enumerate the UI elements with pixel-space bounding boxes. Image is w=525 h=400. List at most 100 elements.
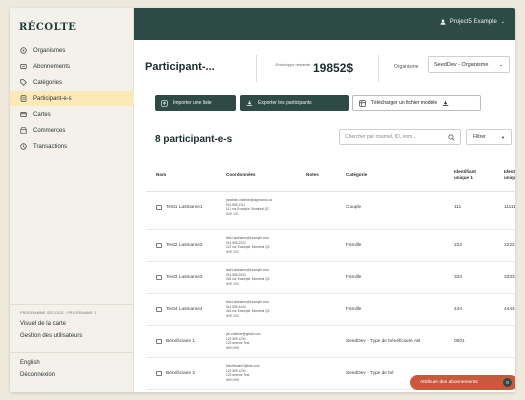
- postal-code: H2K 1X2: [226, 249, 239, 254]
- sidebar-divider: [10, 304, 134, 305]
- participant-count-title: 8 participant-e-s: [155, 134, 233, 145]
- participant-category: Famille: [346, 275, 362, 280]
- participant-coordinates: beneficiaire2@test.com 123 555-1234 123 …: [226, 364, 259, 382]
- sidebar-item-commerces[interactable]: Commerces: [10, 123, 134, 138]
- participant-name[interactable]: Bénéficiaire 1: [166, 339, 195, 344]
- organization-select[interactable]: SeedDev - Organisme ⌄: [428, 56, 510, 73]
- card-icon: [156, 307, 162, 312]
- participant-category: Famille: [346, 307, 362, 312]
- template-label: Télécharger un fichier modèle: [371, 100, 438, 106]
- sidebar-divider: [10, 352, 134, 353]
- participant-id2: 44444: [504, 307, 515, 312]
- table-row[interactable]: Test1 Lastname1 jonathan.charbier@sigmun…: [146, 192, 515, 230]
- program-section: PROGRAMME SECOOS - PROGRAMME 1 Visuel de…: [20, 311, 128, 345]
- project-menu[interactable]: Project5 Example ⌄: [440, 19, 505, 25]
- table-row[interactable]: Bénéficiaire 1 jon.charbier@gmail.com 12…: [146, 326, 515, 358]
- participant-id1: 444: [454, 307, 463, 312]
- budget-label: Enveloppe restante: [275, 62, 310, 67]
- sidebar-item-label: Transactions: [33, 143, 68, 150]
- participant-id2: 11111: [504, 205, 515, 210]
- card-icon: [156, 275, 162, 280]
- participant-name[interactable]: Test3 Lastname3: [166, 275, 203, 280]
- participant-name[interactable]: Test4 Lastname4: [166, 307, 203, 312]
- participant-name[interactable]: Test2 Lastname2: [166, 243, 203, 248]
- page-title: Participant-...: [145, 61, 215, 73]
- column-header-name[interactable]: Nom: [156, 172, 166, 178]
- sidebar-nav: Organismes Abonnements Catégories Partic…: [10, 43, 134, 155]
- chevron-down-icon: ⌄: [500, 19, 505, 25]
- sidebar-item-label: Organismes: [33, 47, 66, 54]
- participant-coordinates: jon.charbier@gmail.com 123 555-1234 123 …: [226, 332, 260, 350]
- chevron-down-icon: ▼: [501, 135, 505, 140]
- app-window: RÉCOLTE Organismes Abonnements Catégorie…: [10, 8, 515, 392]
- postal-code: H0H 0H0: [226, 377, 240, 382]
- table-header: Nom Coordonnées Notes Catégorie Identifi…: [146, 158, 515, 192]
- export-participants-button[interactable]: Exporter les participants: [240, 95, 349, 111]
- language-toggle[interactable]: English: [20, 360, 40, 366]
- users-management-link[interactable]: Gestion des utilisateurs: [20, 333, 128, 339]
- column-header-coordinates[interactable]: Coordonnées: [226, 172, 256, 178]
- program-label: PROGRAMME SECOOS - PROGRAMME 1: [20, 311, 97, 315]
- assign-subscriptions-label: Attribuer des abonnements: [420, 380, 478, 385]
- participant-category: Couple: [346, 205, 362, 210]
- participant-id1: 0001: [454, 339, 465, 344]
- app-logo[interactable]: RÉCOLTE: [19, 22, 76, 33]
- sidebar-item-cartes[interactable]: Cartes: [10, 107, 134, 122]
- participants-icon: [20, 95, 27, 102]
- participant-name[interactable]: Test1 Lastname1: [166, 205, 203, 210]
- column-header-id2[interactable]: Identifiant unique 2: [504, 169, 515, 180]
- filter-dropdown[interactable]: Filtrer ▼: [466, 129, 512, 145]
- sidebar-item-label: Commerces: [33, 127, 66, 134]
- assign-subscriptions-button[interactable]: Attribuer des abonnements 0: [410, 375, 515, 390]
- download-template-button[interactable]: Télécharger un fichier modèle: [352, 95, 481, 111]
- card-icon: [20, 111, 27, 118]
- participant-coordinates: test2.lastname@example.com 514 555-2222 …: [226, 236, 270, 254]
- postal-code: H0H 0H0: [226, 345, 240, 350]
- selected-count-badge: 0: [503, 378, 512, 387]
- sidebar-item-label: Cartes: [33, 111, 51, 118]
- organization-value: SeedDev - Organisme: [434, 61, 489, 68]
- card-icon: [156, 371, 162, 376]
- search-input[interactable]: Chercher par courriel, ID, nom...: [339, 129, 461, 145]
- participant-coordinates: jonathan.charbier@sigmundo.ca 514 555-11…: [226, 198, 272, 216]
- export-label: Exporter les participants: [258, 100, 312, 106]
- participant-category: Famille: [346, 243, 362, 248]
- sidebar-item-label: Abonnements: [33, 63, 71, 70]
- sidebar-item-abonnements[interactable]: Abonnements: [10, 59, 134, 74]
- card-icon: [156, 205, 162, 210]
- sidebar-item-organismes[interactable]: Organismes: [10, 43, 134, 58]
- table-row[interactable]: Test3 Lastname3 test3.lastname@example.c…: [146, 262, 515, 294]
- sidebar-item-categories[interactable]: Catégories: [10, 75, 134, 90]
- email: jon.charbier@gmail.com: [226, 332, 261, 336]
- map-link[interactable]: Visuel de la carte: [20, 321, 128, 327]
- participant-name[interactable]: Bénéficiaire 2: [166, 371, 195, 376]
- participant-id1: 222: [454, 243, 463, 248]
- column-header-category[interactable]: Catégorie: [346, 172, 367, 178]
- postal-code: H2K 1X3: [226, 281, 239, 286]
- sidebar-item-label: Catégories: [33, 79, 63, 86]
- column-header-id1[interactable]: Identifiant unique 1: [454, 169, 482, 180]
- sidebar-item-transactions[interactable]: Transactions: [10, 139, 134, 154]
- download-icon: [246, 100, 253, 106]
- import-list-button[interactable]: Importer une liste: [155, 95, 236, 111]
- column-header-notes[interactable]: Notes: [306, 172, 319, 178]
- main-content: Participant-... Enveloppe restante 19852…: [134, 40, 515, 392]
- logout-link[interactable]: Déconnexion: [20, 372, 55, 378]
- sidebar-item-participants[interactable]: Participant-e-s: [10, 91, 134, 106]
- budget-value: 19852$: [313, 61, 354, 75]
- table-row[interactable]: Test2 Lastname2 test2.lastname@example.c…: [146, 230, 515, 262]
- email: test3.lastname@example.com: [226, 268, 269, 272]
- participant-coordinates: test3.lastname@example.com 514 555-3333 …: [226, 268, 270, 286]
- email: test4.lastname@example.com: [226, 300, 269, 304]
- email: test2.lastname@example.com: [226, 236, 269, 240]
- participant-id2: 22222: [504, 243, 515, 248]
- email: jonathan.charbier@sigmundo.ca: [226, 198, 272, 202]
- search-placeholder: Chercher par courriel, ID, nom...: [345, 134, 417, 140]
- table-row[interactable]: Test4 Lastname4 test4.lastname@example.c…: [146, 294, 515, 326]
- participant-category: SeedDev - Type de bé: [346, 371, 394, 376]
- organization-label: Organisme: [394, 64, 419, 70]
- top-bar: Project5 Example ⌄: [134, 8, 515, 40]
- participant-id1: 111: [454, 205, 462, 210]
- project-name: Project5 Example: [449, 19, 497, 25]
- store-icon: [20, 127, 27, 134]
